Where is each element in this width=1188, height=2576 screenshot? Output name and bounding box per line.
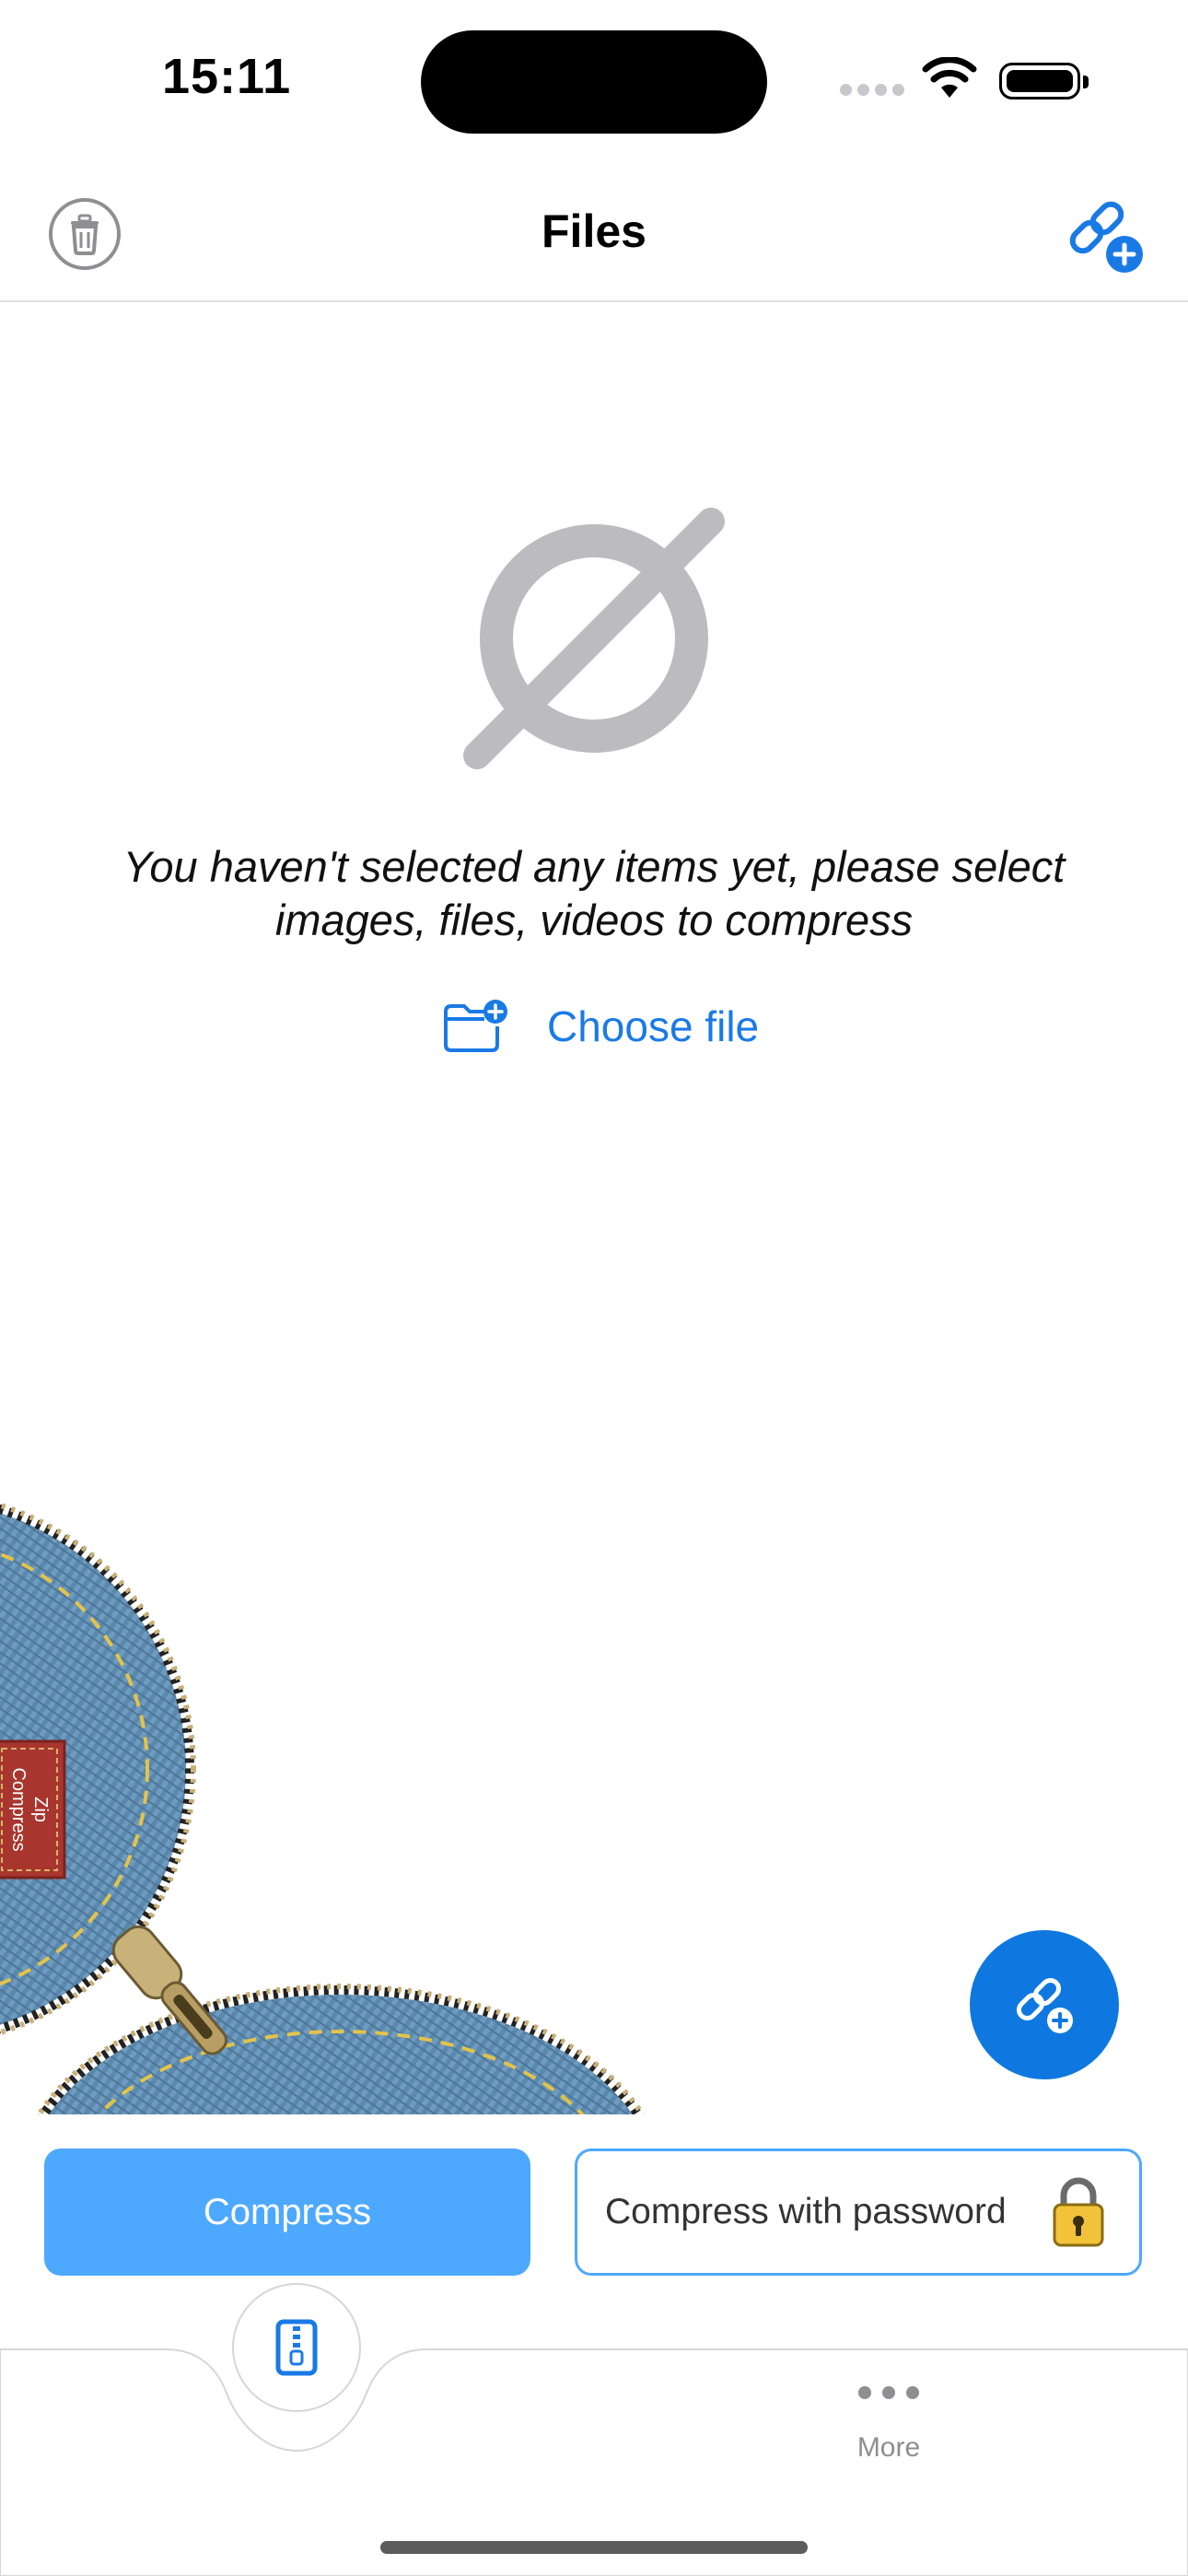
zip-label-line2: Compress [8, 1767, 29, 1851]
nav-divider [0, 300, 1188, 302]
dynamic-island [421, 30, 767, 134]
compress-with-password-button[interactable]: Compress with password [575, 2149, 1142, 2276]
status-time: 15:11 [162, 49, 292, 104]
compress-button[interactable]: Compress [44, 2149, 530, 2276]
tab-bar [0, 2348, 1188, 2576]
link-add-icon [1016, 1977, 1073, 2033]
empty-state-message: You haven't selected any items yet, plea… [122, 842, 1066, 944]
more-dots-icon [829, 2386, 949, 2399]
empty-set-icon [463, 508, 725, 769]
zip-file-icon [275, 2319, 318, 2376]
cellular-signal-icon [840, 84, 910, 100]
lock-icon [1053, 2177, 1104, 2247]
denim-zipper-decoration: Zip Compress [0, 1502, 645, 2114]
home-indicator [380, 2541, 808, 2554]
page-title: Files [542, 205, 646, 257]
tab-more-label: More [856, 2432, 921, 2463]
tab-more[interactable]: More [829, 2386, 949, 2464]
compress-with-password-label: Compress with password [605, 2192, 1007, 2231]
choose-file-label: Choose file [547, 1002, 760, 1050]
wifi-icon [922, 57, 977, 98]
zip-label-line1: Zip [30, 1797, 51, 1822]
tab-compress[interactable] [232, 2283, 361, 2412]
link-add-icon[interactable] [1064, 193, 1147, 276]
choose-file-button[interactable]: Choose file [442, 995, 759, 1058]
folder-add-icon [444, 1000, 507, 1052]
battery-icon [999, 63, 1089, 100]
add-link-fab[interactable] [970, 1930, 1119, 2079]
